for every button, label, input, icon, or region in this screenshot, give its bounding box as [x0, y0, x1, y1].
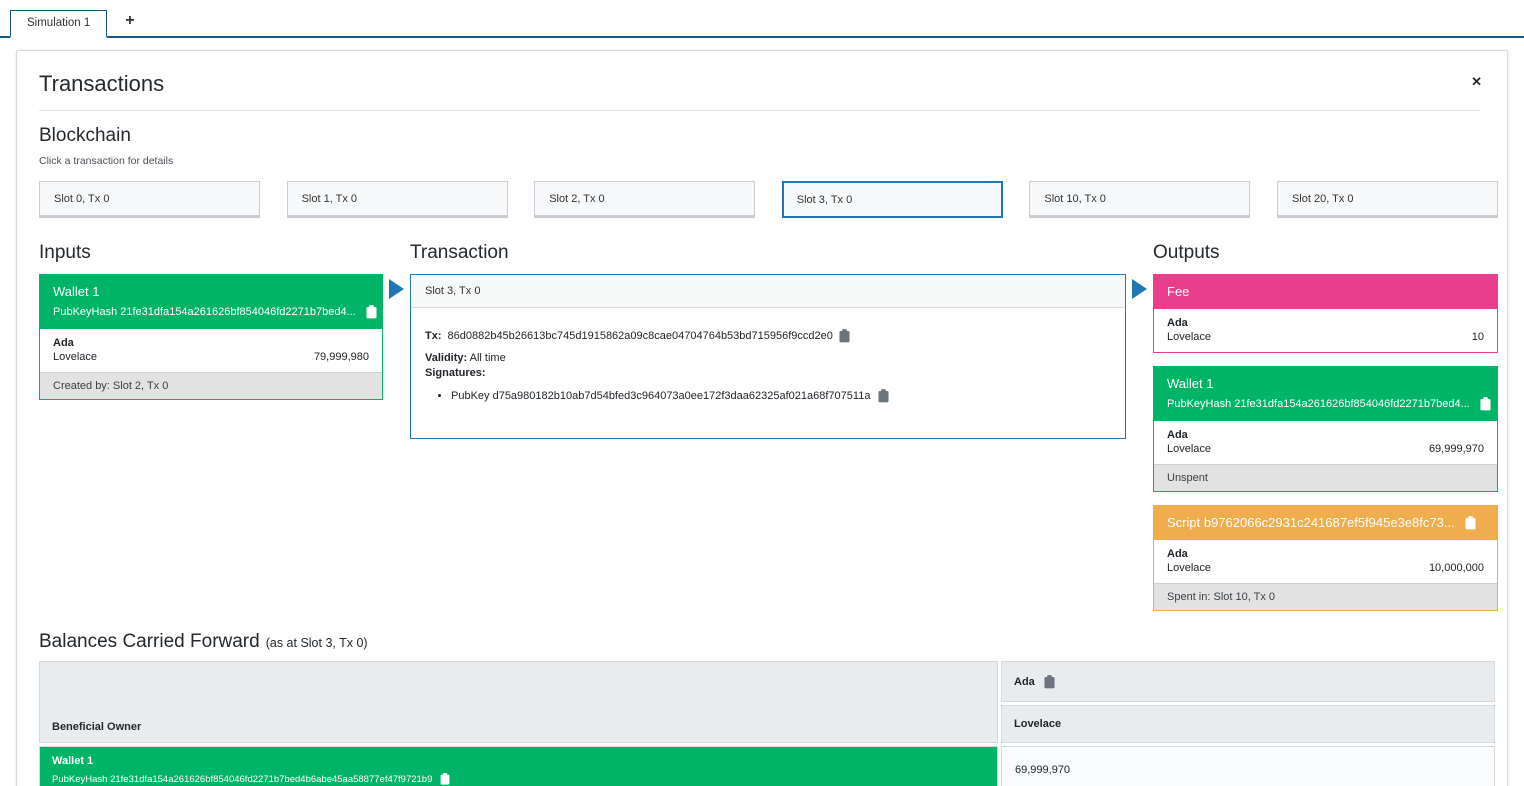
copy-icon[interactable] [1480, 397, 1491, 411]
card-header: Wallet 1 PubKeyHash 21fe31dfa154a261626b… [40, 275, 382, 329]
currency-label: Ada [53, 337, 369, 349]
amount-value: 69,999,970 [1429, 443, 1484, 455]
balances-subtitle: (as at Slot 3, Tx 0) [266, 636, 368, 650]
card-body: Ada Lovelace 79,999,980 [40, 329, 382, 372]
transaction-body: Tx: 86d0882b45b26613bc745d1915862a09c8ca… [411, 308, 1125, 415]
copy-icon[interactable] [1465, 516, 1476, 530]
blockchain-title: Blockchain [39, 125, 1480, 147]
card-header: Wallet 1 PubKeyHash 21fe31dfa154a261626b… [1154, 367, 1497, 421]
token-label: Lovelace [53, 351, 97, 363]
close-icon[interactable]: ✕ [1471, 75, 1482, 88]
transaction-detail-columns: Inputs Wallet 1 PubKeyHash 21fe31dfa154a… [39, 239, 1498, 611]
blockchain-slot-row: Slot 0, Tx 0 Slot 1, Tx 0 Slot 2, Tx 0 S… [39, 181, 1498, 218]
currency-label: Ada [1167, 548, 1484, 560]
currency-label: Ada [1167, 317, 1484, 329]
signatures-label: Signatures: [425, 367, 1111, 379]
owner-cell: Wallet 1 PubKeyHash 21fe31dfa154a261626b… [39, 746, 998, 786]
wallet-name: Wallet 1 [52, 755, 985, 767]
balances-title: Balances Carried Forward [39, 631, 260, 653]
copy-icon[interactable] [366, 305, 377, 319]
hash-text: PubKeyHash 21fe31dfa154a261626bf854046fd… [1167, 398, 1470, 410]
inputs-title: Inputs [39, 239, 383, 267]
panel-header: Transactions ✕ [39, 71, 1480, 97]
value-cell: 69,999,970 [1001, 746, 1495, 786]
copy-icon[interactable] [1044, 675, 1055, 689]
ada-label: Ada [1014, 676, 1035, 688]
triangle-right-icon [1132, 279, 1147, 299]
column-header-beneficial-owner: Beneficial Owner [39, 661, 998, 743]
column-header-ada: Ada [1001, 661, 1495, 702]
token-label: Lovelace [1167, 443, 1211, 455]
amount-value: 10 [1472, 331, 1484, 343]
balances-table: Beneficial Owner Ada Lovelace Wallet 1 [36, 658, 1498, 786]
balances-header: Balances Carried Forward (as at Slot 3, … [39, 631, 1480, 653]
validity-value: All time [470, 352, 506, 364]
wallet-hash: PubKeyHash 21fe31dfa154a261626bf854046fd… [53, 305, 369, 319]
card-footer: Spent in: Slot 10, Tx 0 [1154, 583, 1497, 610]
slot-button-3-selected[interactable]: Slot 3, Tx 0 [782, 181, 1003, 218]
tab-bar: Simulation 1 + [0, 0, 1524, 38]
card-body: Ada Lovelace 10,000,000 [1154, 540, 1497, 583]
fee-title: Fee [1167, 284, 1484, 299]
table-row-wallet-1: Wallet 1 PubKeyHash 21fe31dfa154a261626b… [39, 746, 1495, 786]
signatures-list: PubKey d75a980182b10ab7d54bfed3c964073a0… [451, 389, 1111, 403]
token-label: Lovelace [1167, 562, 1211, 574]
outputs-title: Outputs [1153, 239, 1498, 267]
slot-button-20[interactable]: Slot 20, Tx 0 [1277, 181, 1498, 218]
wallet-hash: PubKeyHash 21fe31dfa154a261626bf854046fd… [52, 773, 985, 785]
hash-text: Script b9762066c2931c241687ef5f945e3e8fc… [1167, 515, 1455, 530]
copy-icon[interactable] [878, 389, 889, 403]
app-window: Simulation 1 + Transactions ✕ Blockchain… [0, 0, 1524, 786]
signature-item: PubKey d75a980182b10ab7d54bfed3c964073a0… [451, 389, 1111, 403]
tx-hash: 86d0882b45b26613bc745d1915862a09c8cae047… [448, 330, 833, 342]
token-label: Lovelace [1167, 331, 1211, 343]
header-divider [39, 110, 1480, 111]
card-footer: Created by: Slot 2, Tx 0 [40, 372, 382, 399]
fee-card: Fee Ada Lovelace 10 [1153, 274, 1498, 353]
input-wallet-card: Wallet 1 PubKeyHash 21fe31dfa154a261626b… [39, 274, 383, 400]
wallet-hash: PubKeyHash 21fe31dfa154a261626bf854046fd… [1167, 397, 1484, 411]
wallet-name: Wallet 1 [1167, 376, 1484, 391]
transaction-slot-header: Slot 3, Tx 0 [411, 275, 1125, 308]
slot-button-0[interactable]: Slot 0, Tx 0 [39, 181, 260, 218]
card-body: Ada Lovelace 10 [1154, 309, 1497, 352]
signature-pubkey: PubKey d75a980182b10ab7d54bfed3c964073a0… [451, 390, 870, 402]
copy-icon[interactable] [839, 329, 850, 343]
wallet-name: Wallet 1 [53, 284, 369, 299]
hash-text: PubKeyHash 21fe31dfa154a261626bf854046fd… [52, 774, 432, 785]
tx-label: Tx: [425, 330, 442, 342]
tab-simulation-1[interactable]: Simulation 1 [10, 10, 107, 38]
transactions-panel: Transactions ✕ Blockchain Click a transa… [16, 50, 1508, 786]
column-header-lovelace: Lovelace [1001, 705, 1495, 743]
script-hash: Script b9762066c2931c241687ef5f945e3e8fc… [1167, 515, 1484, 530]
triangle-right-icon [389, 279, 404, 299]
page-title: Transactions [39, 71, 1480, 97]
card-body: Ada Lovelace 69,999,970 [1154, 421, 1497, 464]
transaction-column: Transaction Slot 3, Tx 0 Tx: 86d0882b45b… [410, 239, 1126, 439]
card-header: Script b9762066c2931c241687ef5f945e3e8fc… [1154, 506, 1497, 540]
hash-text: PubKeyHash 21fe31dfa154a261626bf854046fd… [53, 306, 356, 318]
add-tab-button[interactable]: + [107, 10, 152, 36]
currency-label: Ada [1167, 429, 1484, 441]
copy-icon[interactable] [440, 773, 450, 785]
slot-button-2[interactable]: Slot 2, Tx 0 [534, 181, 755, 218]
transaction-card: Slot 3, Tx 0 Tx: 86d0882b45b26613bc745d1… [410, 274, 1126, 439]
inputs-column: Inputs Wallet 1 PubKeyHash 21fe31dfa154a… [39, 239, 383, 400]
validity-label: Validity: [425, 352, 467, 364]
card-footer: Unspent [1154, 464, 1497, 491]
outputs-column: Outputs Fee Ada Lovelace 10 [1153, 239, 1498, 611]
card-header: Fee [1154, 275, 1497, 309]
output-script-card: Script b9762066c2931c241687ef5f945e3e8fc… [1153, 505, 1498, 611]
amount-value: 79,999,980 [314, 351, 369, 363]
transaction-title: Transaction [410, 239, 1126, 267]
output-wallet-card: Wallet 1 PubKeyHash 21fe31dfa154a261626b… [1153, 366, 1498, 492]
slot-button-1[interactable]: Slot 1, Tx 0 [287, 181, 508, 218]
slot-button-10[interactable]: Slot 10, Tx 0 [1029, 181, 1250, 218]
amount-value: 10,000,000 [1429, 562, 1484, 574]
blockchain-hint: Click a transaction for details [39, 155, 1480, 167]
